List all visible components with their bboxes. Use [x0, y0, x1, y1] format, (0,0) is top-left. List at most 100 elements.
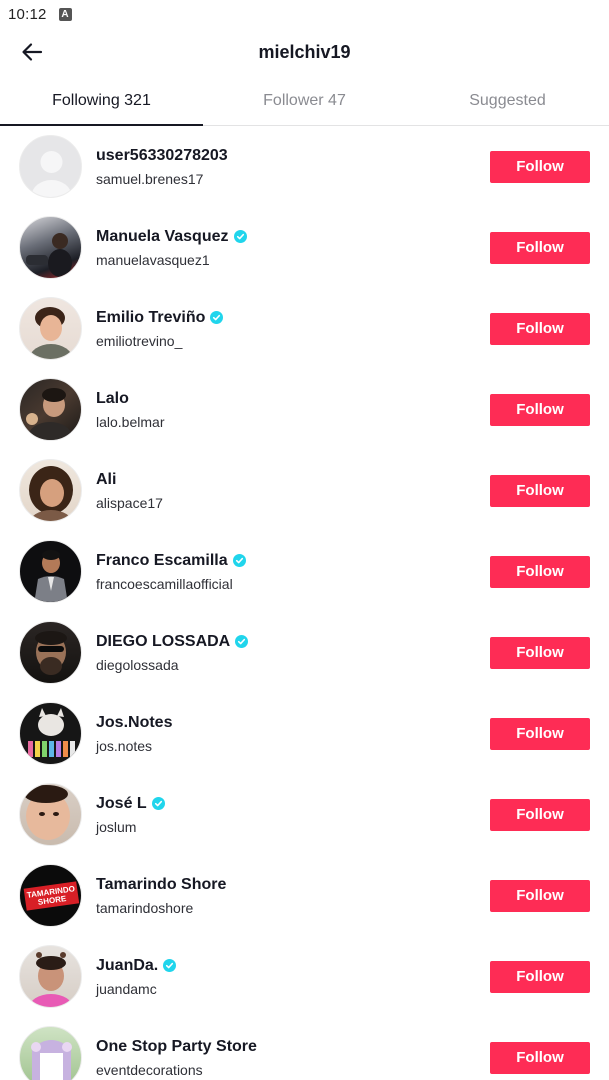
avatar-photo: [29, 307, 73, 359]
avatar-photo: [31, 1040, 72, 1080]
user-handle: emiliotrevino_: [96, 332, 183, 349]
user-handle: joslum: [96, 818, 137, 835]
user-name: Jos.Notes: [96, 713, 173, 731]
user-name: user56330278203: [96, 146, 228, 164]
back-button[interactable]: [16, 36, 48, 68]
user-info: One Stop Party Store eventdecorations: [96, 1038, 490, 1078]
follow-button[interactable]: Follow: [490, 717, 590, 750]
avatar[interactable]: [19, 216, 82, 279]
follow-button[interactable]: Follow: [490, 555, 590, 588]
verified-badge-icon: [151, 797, 165, 810]
list-item[interactable]: José L joslum Follow: [0, 774, 609, 855]
user-handle: diegolossada: [96, 656, 179, 673]
list-item[interactable]: JuanDa. juandamc Follow: [0, 936, 609, 1017]
user-handle: juandamc: [96, 980, 157, 997]
name-line: JuanDa.: [96, 957, 490, 975]
follow-button[interactable]: Follow: [490, 393, 590, 426]
list-item[interactable]: One Stop Party Store eventdecorations Fo…: [0, 1017, 609, 1080]
user-name: JuanDa.: [96, 956, 159, 974]
arrow-left-icon: [22, 43, 43, 61]
user-info: JuanDa. juandamc: [96, 957, 490, 997]
user-handle: lalo.belmar: [96, 413, 165, 430]
follow-button[interactable]: Follow: [490, 798, 590, 831]
follow-button[interactable]: Follow: [490, 879, 590, 912]
list-item[interactable]: Jos.Notes jos.notes Follow: [0, 693, 609, 774]
list-item[interactable]: Franco Escamilla francoescamillaofficial…: [0, 531, 609, 612]
avatar-photo: [26, 388, 72, 440]
user-name: Emilio Treviño: [96, 308, 206, 326]
avatar-photo: [29, 466, 73, 521]
tamarindo-logo: TAMARINDO SHORE: [23, 881, 80, 911]
status-bar: 10:12 A: [0, 0, 609, 28]
follow-button[interactable]: Follow: [490, 960, 590, 993]
user-list: user56330278203 samuel.brenes17 Follow M…: [0, 126, 609, 1080]
name-line: One Stop Party Store: [96, 1038, 490, 1056]
follow-button[interactable]: Follow: [490, 1041, 590, 1074]
list-item[interactable]: user56330278203 samuel.brenes17 Follow: [0, 126, 609, 207]
name-line: Manuela Vasquez: [96, 228, 490, 246]
avatar[interactable]: [19, 378, 82, 441]
user-name: José L: [96, 794, 147, 812]
tab-follower[interactable]: Follower 47: [203, 76, 406, 125]
follow-button[interactable]: Follow: [490, 636, 590, 669]
name-line: DIEGO LOSSADA: [96, 633, 490, 651]
list-item[interactable]: DIEGO LOSSADA diegolossada Follow: [0, 612, 609, 693]
name-line: Ali: [96, 471, 490, 489]
list-item[interactable]: Lalo lalo.belmar Follow: [0, 369, 609, 450]
avatar[interactable]: [19, 702, 82, 765]
tab-bar: Following 321 Follower 47 Suggested: [0, 76, 609, 126]
avatar-photo: [24, 785, 70, 840]
tab-following[interactable]: Following 321: [0, 76, 203, 126]
user-info: Jos.Notes jos.notes: [96, 714, 490, 754]
user-info: Tamarindo Shore tamarindoshore: [96, 876, 490, 916]
user-handle: alispace17: [96, 494, 163, 511]
a-letter-icon: A: [58, 7, 72, 21]
list-item[interactable]: Manuela Vasquez manuelavasquez1 Follow: [0, 207, 609, 288]
default-avatar-icon: [31, 151, 72, 197]
user-name: Manuela Vasquez: [96, 227, 229, 245]
user-info: Manuela Vasquez manuelavasquez1: [96, 228, 490, 268]
user-name: One Stop Party Store: [96, 1037, 257, 1055]
user-info: Lalo lalo.belmar: [96, 390, 490, 430]
name-line: Jos.Notes: [96, 714, 490, 732]
user-handle: samuel.brenes17: [96, 170, 204, 187]
avatar[interactable]: [19, 621, 82, 684]
follow-button[interactable]: Follow: [490, 474, 590, 507]
avatar[interactable]: [19, 945, 82, 1008]
user-info: user56330278203 samuel.brenes17: [96, 147, 490, 187]
user-handle: francoescamillaofficial: [96, 575, 233, 592]
follow-button[interactable]: Follow: [490, 150, 590, 183]
verified-badge-icon: [235, 635, 249, 648]
user-handle: jos.notes: [96, 737, 153, 754]
avatar-photo: [34, 550, 68, 602]
tab-suggested[interactable]: Suggested: [406, 76, 609, 125]
name-line: José L: [96, 795, 490, 813]
list-item[interactable]: Emilio Treviño emiliotrevino_ Follow: [0, 288, 609, 369]
avatar[interactable]: [19, 783, 82, 846]
avatar[interactable]: [19, 540, 82, 603]
user-name: DIEGO LOSSADA: [96, 632, 231, 650]
follow-button[interactable]: Follow: [490, 231, 590, 264]
avatar-photo: [26, 233, 72, 277]
avatar-photo: [35, 631, 67, 675]
verified-badge-icon: [163, 959, 177, 972]
name-line: Lalo: [96, 390, 490, 408]
avatar[interactable]: [19, 135, 82, 198]
avatar-photo: [28, 708, 75, 757]
avatar[interactable]: [19, 297, 82, 360]
avatar[interactable]: TAMARINDO SHORE: [19, 864, 82, 927]
user-name: Ali: [96, 470, 117, 488]
avatar[interactable]: [19, 1026, 82, 1080]
verified-badge-icon: [233, 230, 247, 243]
user-info: Emilio Treviño emiliotrevino_: [96, 309, 490, 349]
header: mielchiv19: [0, 28, 609, 76]
user-info: Ali alispace17: [96, 471, 490, 511]
list-item[interactable]: Ali alispace17 Follow: [0, 450, 609, 531]
verified-badge-icon: [232, 554, 246, 567]
page-title: mielchiv19: [258, 41, 351, 62]
follow-button[interactable]: Follow: [490, 312, 590, 345]
avatar[interactable]: [19, 459, 82, 522]
name-line: Tamarindo Shore: [96, 876, 490, 894]
list-item[interactable]: TAMARINDO SHORE Tamarindo Shore tamarind…: [0, 855, 609, 936]
user-info: DIEGO LOSSADA diegolossada: [96, 633, 490, 673]
